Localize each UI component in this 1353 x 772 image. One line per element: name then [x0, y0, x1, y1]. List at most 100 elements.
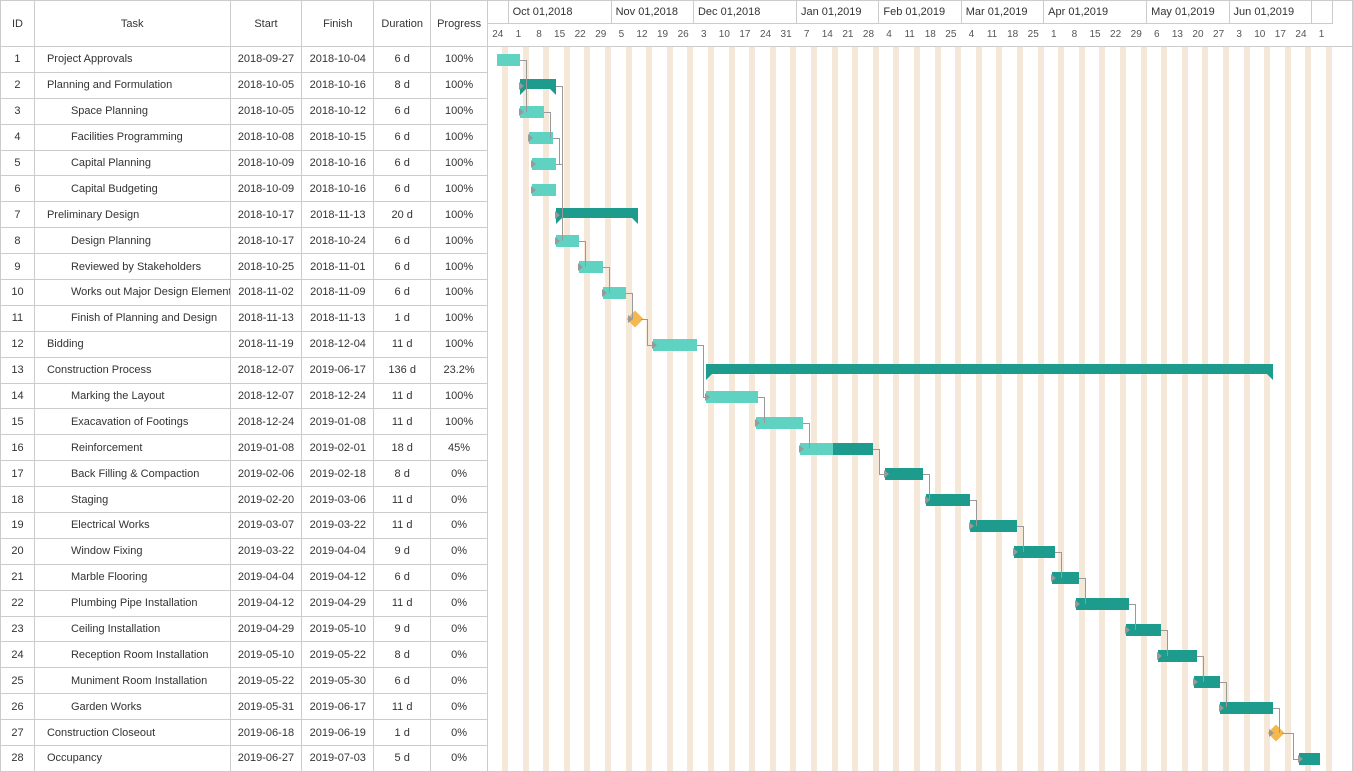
cell-progress: 100% — [431, 202, 487, 227]
table-row[interactable]: 22Plumbing Pipe Installation2019-04-1220… — [1, 591, 487, 617]
table-row[interactable]: 21Marble Flooring2019-04-042019-04-126 d… — [1, 565, 487, 591]
task-bar[interactable] — [653, 339, 697, 351]
col-id[interactable]: ID — [1, 1, 35, 46]
cell-task: Bidding — [35, 332, 231, 357]
table-row[interactable]: 28Occupancy2019-06-272019-07-035 d0% — [1, 746, 487, 771]
table-row[interactable]: 8Design Planning2018-10-172018-10-246 d1… — [1, 228, 487, 254]
table-row[interactable]: 14Marking the Layout2018-12-072018-12-24… — [1, 384, 487, 410]
cell-duration: 6 d — [374, 668, 431, 693]
table-body: 1Project Approvals2018-09-272018-10-046 … — [1, 47, 487, 771]
table-row[interactable]: 19Electrical Works2019-03-072019-03-2211… — [1, 513, 487, 539]
task-bar[interactable] — [1014, 546, 1055, 558]
cell-id: 5 — [1, 151, 35, 176]
table-row[interactable]: 4Facilities Programming2018-10-082018-10… — [1, 125, 487, 151]
table-row[interactable]: 18Staging2019-02-202019-03-0611 d0% — [1, 487, 487, 513]
col-finish[interactable]: Finish — [302, 1, 374, 46]
chart-body[interactable] — [488, 47, 1352, 771]
task-bar[interactable] — [706, 391, 759, 403]
task-bar[interactable] — [497, 54, 521, 66]
task-bar[interactable] — [529, 132, 553, 144]
milestone-marker[interactable] — [627, 311, 644, 328]
table-row[interactable]: 11Finish of Planning and Design2018-11-1… — [1, 306, 487, 332]
cell-task: Works out Major Design Elements — [35, 280, 231, 305]
table-row[interactable]: 1Project Approvals2018-09-272018-10-046 … — [1, 47, 487, 73]
gantt-row — [488, 643, 1352, 669]
cell-start: 2019-04-29 — [231, 617, 303, 642]
table-row[interactable]: 25Muniment Room Installation2019-05-2220… — [1, 668, 487, 694]
task-bar[interactable] — [532, 158, 556, 170]
task-bar[interactable] — [885, 468, 923, 480]
task-bar[interactable] — [520, 106, 544, 118]
table-row[interactable]: 16Reinforcement2019-01-082019-02-0118 d4… — [1, 435, 487, 461]
task-bar[interactable] — [1194, 676, 1220, 688]
task-bar[interactable] — [1158, 650, 1196, 662]
table-row[interactable]: 6Capital Budgeting2018-10-092018-10-166 … — [1, 176, 487, 202]
task-bar[interactable] — [603, 287, 627, 299]
cell-progress: 100% — [431, 176, 487, 201]
summary-bar[interactable] — [556, 208, 638, 218]
gantt-chart: ID Task Start Finish Duration Progress 1… — [0, 0, 1353, 772]
day-label: 6 — [1147, 24, 1168, 47]
cell-duration: 11 d — [374, 694, 431, 719]
timeline-panel: Oct 01,2018Nov 01,2018Dec 01,2018Jan 01,… — [488, 1, 1352, 771]
table-row[interactable]: 5Capital Planning2018-10-092018-10-166 d… — [1, 151, 487, 177]
task-bar[interactable] — [1220, 702, 1273, 714]
cell-duration: 11 d — [374, 384, 431, 409]
cell-start: 2019-04-04 — [231, 565, 303, 590]
task-bar[interactable] — [800, 443, 874, 455]
table-row[interactable]: 13Construction Process2018-12-072019-06-… — [1, 358, 487, 384]
col-duration[interactable]: Duration — [374, 1, 431, 46]
col-task[interactable]: Task — [35, 1, 231, 46]
table-row[interactable]: 26Garden Works2019-05-312019-06-1711 d0% — [1, 694, 487, 720]
table-row[interactable]: 10Works out Major Design Elements2018-11… — [1, 280, 487, 306]
cell-finish: 2019-07-03 — [302, 746, 374, 771]
task-bar[interactable] — [1076, 598, 1129, 610]
cell-progress: 0% — [431, 565, 487, 590]
col-start[interactable]: Start — [231, 1, 303, 46]
col-progress[interactable]: Progress — [431, 1, 487, 46]
cell-id: 19 — [1, 513, 35, 538]
cell-task: Construction Process — [35, 358, 231, 383]
day-label: 11 — [982, 24, 1003, 47]
table-row[interactable]: 2Planning and Formulation2018-10-052018-… — [1, 73, 487, 99]
cell-finish: 2019-06-17 — [302, 694, 374, 719]
gantt-row — [488, 487, 1352, 513]
cell-start: 2019-03-22 — [231, 539, 303, 564]
table-row[interactable]: 12Bidding2018-11-192018-12-0411 d100% — [1, 332, 487, 358]
task-bar[interactable] — [1299, 753, 1320, 765]
task-bar[interactable] — [532, 184, 556, 196]
cell-duration: 8 d — [374, 73, 431, 98]
summary-bar[interactable] — [520, 79, 555, 89]
cell-finish: 2018-11-13 — [302, 306, 374, 331]
table-row[interactable]: 7Preliminary Design2018-10-172018-11-132… — [1, 202, 487, 228]
milestone-marker[interactable] — [1267, 725, 1284, 742]
cell-progress: 0% — [431, 720, 487, 745]
task-bar[interactable] — [970, 520, 1017, 532]
table-row[interactable]: 27Construction Closeout2019-06-182019-06… — [1, 720, 487, 746]
table-row[interactable]: 23Ceiling Installation2019-04-292019-05-… — [1, 617, 487, 643]
table-row[interactable]: 20Window Fixing2019-03-222019-04-049 d0% — [1, 539, 487, 565]
cell-finish: 2018-10-24 — [302, 228, 374, 253]
cell-start: 2018-10-05 — [231, 73, 303, 98]
task-bar[interactable] — [1126, 624, 1161, 636]
task-bar[interactable] — [926, 494, 970, 506]
table-row[interactable]: 24Reception Room Installation2019-05-102… — [1, 642, 487, 668]
day-label: 22 — [1106, 24, 1127, 47]
task-bar[interactable] — [556, 235, 580, 247]
cell-start: 2019-04-12 — [231, 591, 303, 616]
cell-task: Design Planning — [35, 228, 231, 253]
table-row[interactable]: 9Reviewed by Stakeholders2018-10-252018-… — [1, 254, 487, 280]
cell-duration: 11 d — [374, 409, 431, 434]
task-bar[interactable] — [579, 261, 603, 273]
table-row[interactable]: 15Exacavation of Footings2018-12-242019-… — [1, 409, 487, 435]
summary-bar[interactable] — [706, 364, 1273, 374]
task-bar[interactable] — [1052, 572, 1078, 584]
gantt-row — [488, 695, 1352, 721]
cell-id: 4 — [1, 125, 35, 150]
table-row[interactable]: 3Space Planning2018-10-052018-10-126 d10… — [1, 99, 487, 125]
cell-task: Project Approvals — [35, 47, 231, 72]
gantt-row — [488, 73, 1352, 99]
table-row[interactable]: 17Back Filling & Compaction2019-02-06201… — [1, 461, 487, 487]
task-bar[interactable] — [756, 417, 803, 429]
gantt-row — [488, 151, 1352, 177]
